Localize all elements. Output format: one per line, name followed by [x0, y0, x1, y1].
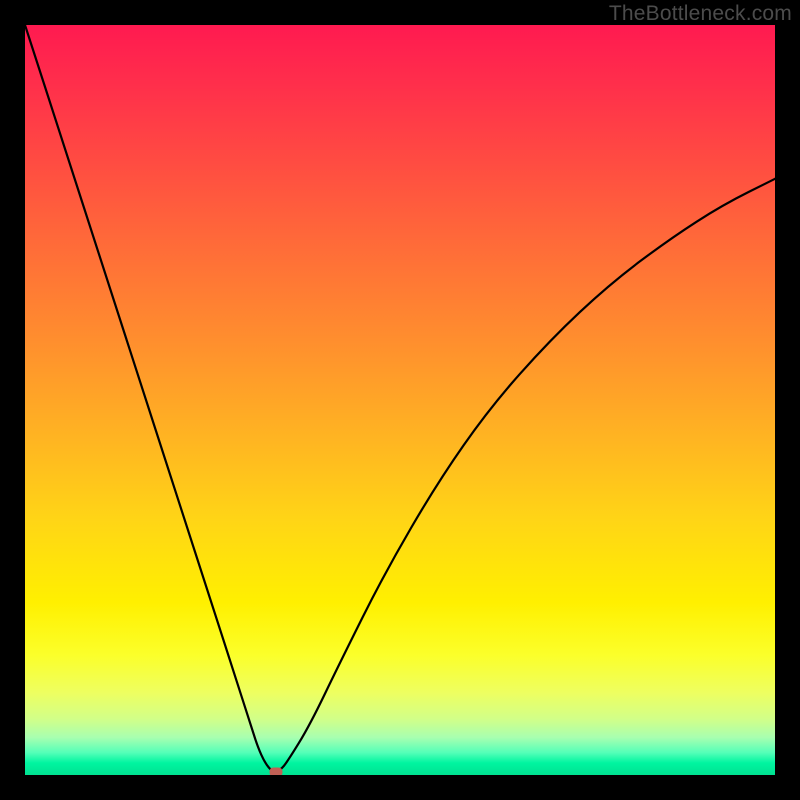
optimal-point-marker: [270, 768, 283, 776]
chart-frame: TheBottleneck.com: [0, 0, 800, 800]
plot-area: [25, 25, 775, 775]
watermark-text: TheBottleneck.com: [609, 2, 792, 26]
bottleneck-curve: [25, 25, 775, 775]
